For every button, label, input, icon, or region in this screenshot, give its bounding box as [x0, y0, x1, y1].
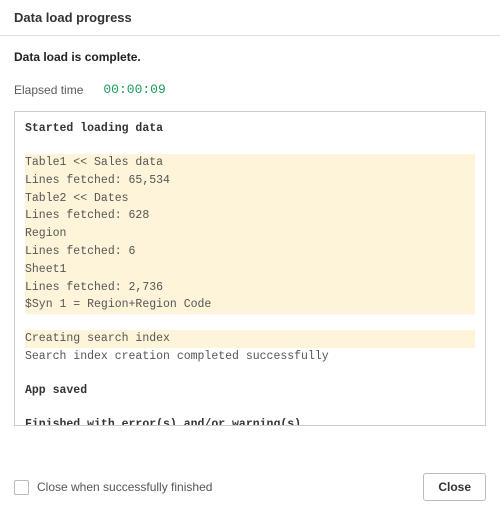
log-panel[interactable]: Started loading data Table1 << Sales dat…: [14, 111, 486, 426]
log-content: Started loading data Table1 << Sales dat…: [15, 112, 485, 426]
log-line: Lines fetched: 6: [25, 243, 475, 261]
log-line: Table2 << Dates: [25, 190, 475, 208]
log-start-heading: Started loading data: [25, 120, 475, 138]
log-line: Lines fetched: 65,534: [25, 172, 475, 190]
log-line: $Syn 1 = Region+Region Code: [25, 296, 475, 314]
log-saved-heading: App saved: [25, 382, 475, 400]
close-button[interactable]: Close: [423, 473, 486, 501]
log-line: Search index creation completed successf…: [25, 350, 329, 363]
elapsed-row: Elapsed time 00:00:09: [14, 82, 486, 97]
elapsed-label: Elapsed time: [14, 83, 83, 97]
dialog-title: Data load progress: [14, 10, 132, 25]
log-line: Sheet1: [25, 261, 475, 279]
log-search-block: Creating search index Search index creat…: [25, 330, 475, 366]
elapsed-time: 00:00:09: [103, 82, 165, 97]
log-finished-heading: Finished with error(s) and/or warning(s): [25, 416, 475, 426]
auto-close-checkbox[interactable]: [14, 480, 29, 495]
dialog-header: Data load progress: [0, 0, 500, 36]
log-line: Region: [25, 225, 475, 243]
dialog-body: Data load is complete. Elapsed time 00:0…: [0, 36, 500, 440]
log-load-block: Table1 << Sales data Lines fetched: 65,5…: [25, 154, 475, 314]
log-line: Table1 << Sales data: [25, 154, 475, 172]
log-line: Lines fetched: 2,736: [25, 279, 475, 297]
log-line: Lines fetched: 628: [25, 207, 475, 225]
load-status: Data load is complete.: [14, 50, 486, 64]
auto-close-label: Close when successfully finished: [37, 480, 212, 494]
auto-close-option[interactable]: Close when successfully finished: [14, 480, 212, 495]
log-line: Creating search index: [25, 330, 475, 348]
dialog-footer: Close when successfully finished Close: [0, 463, 500, 511]
